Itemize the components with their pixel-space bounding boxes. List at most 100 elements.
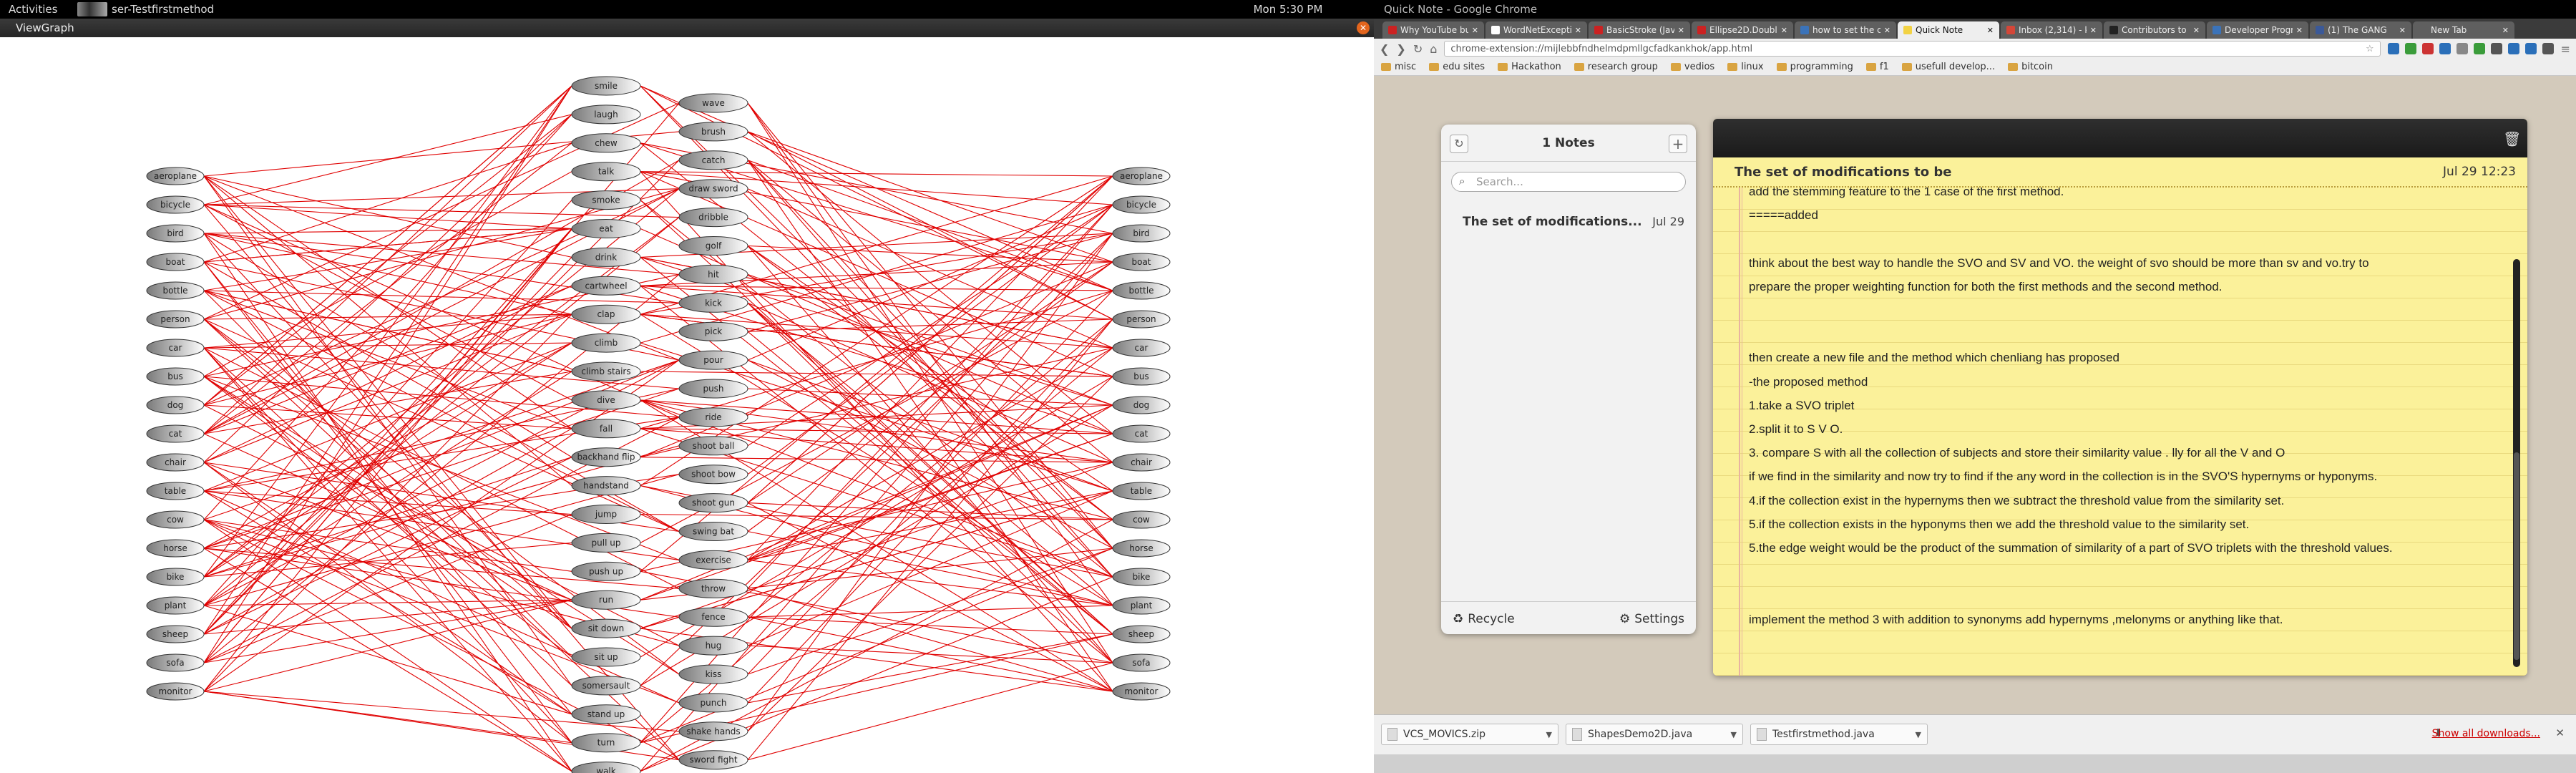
note-list-item[interactable]: The set of modifications... Jul 29 (1463, 215, 1684, 229)
tab-contributors-to-p[interactable]: Contributors to p ✕ (2104, 21, 2205, 39)
node-label: sword fight (689, 755, 737, 765)
extension-icon[interactable] (2490, 43, 2502, 54)
bookmark-folder[interactable]: edu sites (1429, 62, 1485, 72)
chevron-down-icon[interactable]: ▼ (1916, 730, 1921, 739)
recycle-icon: ♻ (1453, 612, 1464, 626)
bookmark-star-icon[interactable]: ☆ (2366, 44, 2374, 54)
editor-scrollbar[interactable] (2513, 259, 2520, 667)
close-tab-icon[interactable]: ✕ (2090, 26, 2097, 35)
tab-developer-progr[interactable]: Developer Progr ✕ (2207, 21, 2308, 39)
reload-icon[interactable]: ↻ (1413, 42, 1423, 56)
tab-ellipse2d-double[interactable]: Ellipse2D.Double ✕ (1692, 21, 1793, 39)
node-label: shoot bow (691, 470, 736, 480)
graph-edge (747, 302, 1113, 663)
bookmark-folder[interactable]: programming (1776, 62, 1853, 72)
close-tab-icon[interactable]: ✕ (1472, 26, 1478, 35)
tab-wordnetexcepti[interactable]: WordNetExcepti ✕ (1485, 21, 1587, 39)
bookmark-label: programming (1790, 62, 1853, 72)
close-tab-icon[interactable]: ✕ (1884, 26, 1890, 35)
extension-icon[interactable] (2524, 43, 2537, 54)
close-tab-icon[interactable]: ✕ (1987, 26, 1994, 35)
app-menu[interactable]: ser-Testfirstmethod (77, 1, 214, 17)
favicon-icon (1800, 26, 1809, 34)
tab-label: BasicStroke (Jav (1606, 25, 1674, 35)
graph-node: hit (678, 264, 748, 284)
extension-icon[interactable] (2507, 43, 2519, 54)
graph-node: stand up (571, 704, 641, 724)
node-label: bicycle (160, 200, 190, 210)
extension-icon[interactable] (2542, 43, 2554, 54)
recycle-button[interactable]: ♻ Recycle (1453, 612, 1515, 626)
url-text: chrome-extension://mijlebbfndhelmdpmllgc… (1450, 43, 1753, 54)
show-all-downloads-link[interactable]: Show all downloads... (2432, 728, 2540, 739)
graph-node: monitor (146, 682, 205, 701)
extension-icon[interactable] (2439, 43, 2451, 54)
node-label: cartwheel (585, 281, 627, 291)
close-tab-icon[interactable]: ✕ (2399, 26, 2406, 35)
bookmark-folder[interactable]: f1 (1865, 62, 1889, 72)
download-item[interactable]: ShapesDemo2D.java ▼ (1566, 724, 1743, 745)
graph-node: dribble (678, 208, 748, 228)
tab--1-the-gang[interactable]: (1) The GANG ✕ (2310, 21, 2411, 39)
chevron-down-icon[interactable]: ▼ (1546, 730, 1552, 739)
bookmark-folder[interactable]: linux (1727, 62, 1764, 72)
close-shelf-icon[interactable]: ✕ (2555, 726, 2565, 739)
graph-node: handstand (571, 476, 641, 496)
graph-node: turn (571, 733, 641, 753)
tab-quick-note[interactable]: Quick Note ✕ (1898, 21, 1999, 39)
graph-node: bicycle (1112, 195, 1171, 214)
download-item[interactable]: VCS_MOVICS.zip ▼ (1381, 724, 1558, 745)
extension-icon[interactable] (2387, 43, 2399, 54)
note-body[interactable]: add the stemming feature to the 1 case o… (1713, 188, 2527, 676)
tab-strip: Why YouTube bu ✕ WordNetExcepti ✕ BasicStrok… (1374, 19, 2576, 39)
trash-icon[interactable]: 🗑 (2503, 130, 2521, 147)
settings-button[interactable]: ⚙ Settings (1619, 612, 1684, 626)
graph-node: push (678, 379, 748, 399)
bookmark-folder[interactable]: research group (1574, 62, 1658, 72)
graph-edge (747, 502, 1113, 692)
address-bar[interactable]: chrome-extension://mijlebbfndhelmdpmllgc… (1444, 41, 2381, 57)
note-line: 2.split it to S V O. (1749, 422, 1843, 436)
close-tab-icon[interactable]: ✕ (1678, 26, 1684, 35)
bookmark-label: edu sites (1443, 62, 1485, 72)
close-tab-icon[interactable]: ✕ (2193, 26, 2200, 35)
extension-icon[interactable] (2404, 43, 2416, 54)
tab-how-to-set-the-c[interactable]: how to set the c ✕ (1795, 21, 1896, 39)
close-tab-icon[interactable]: ✕ (1575, 26, 1581, 35)
download-item[interactable]: Testfirstmethod.java ▼ (1750, 724, 1928, 745)
extension-icon[interactable] (2421, 43, 2434, 54)
home-icon[interactable]: ⌂ (1430, 42, 1437, 56)
bookmark-folder[interactable]: vedios (1670, 62, 1714, 72)
bookmark-folder[interactable]: usefull develop... (1901, 62, 1995, 72)
add-note-button[interactable]: + (1669, 135, 1687, 153)
close-tab-icon[interactable]: ✕ (1781, 26, 1787, 35)
tab-label: (1) The GANG (2328, 25, 2387, 35)
tab-label: Why YouTube bu (1400, 25, 1468, 35)
close-tab-icon[interactable]: ✕ (2296, 26, 2303, 35)
tab-new-tab[interactable]: New Tab ✕ (2413, 21, 2514, 39)
bookmark-folder[interactable]: Hackathon (1498, 62, 1561, 72)
back-icon[interactable]: ❮ (1380, 42, 1389, 56)
clock[interactable]: Mon 5:30 PM (1216, 3, 1360, 16)
chevron-down-icon[interactable]: ▼ (1731, 730, 1737, 739)
close-tab-icon[interactable]: ✕ (2502, 26, 2509, 35)
extension-icon[interactable] (2456, 43, 2468, 54)
extension-icon[interactable] (2473, 43, 2485, 54)
menu-icon[interactable]: ≡ (2561, 42, 2570, 56)
search-input[interactable]: ⌕ Search... (1451, 172, 1686, 192)
close-icon[interactable]: ✕ (1357, 21, 1370, 34)
bookmark-folder[interactable]: misc (1381, 62, 1416, 72)
graph-node: somersault (571, 676, 641, 696)
graph-edge (747, 273, 1113, 406)
tab-why-youtube-bu[interactable]: Why YouTube bu ✕ (1382, 21, 1484, 39)
tab-basicstroke-jav[interactable]: BasicStroke (Jav ✕ (1589, 21, 1690, 39)
forward-icon[interactable]: ❯ (1396, 42, 1405, 56)
node-label: dog (167, 400, 184, 410)
activities-button[interactable]: Activities (9, 3, 57, 16)
node-label: climb stairs (581, 366, 630, 376)
tab-inbox-2-314-k[interactable]: Inbox (2,314) - k ✕ (2001, 21, 2102, 39)
node-label: cow (167, 515, 184, 525)
scrollbar-thumb[interactable] (2514, 452, 2519, 660)
bookmark-folder[interactable]: bitcoin (2008, 62, 2053, 72)
note-title[interactable]: The set of modifications to be (1735, 165, 1951, 180)
